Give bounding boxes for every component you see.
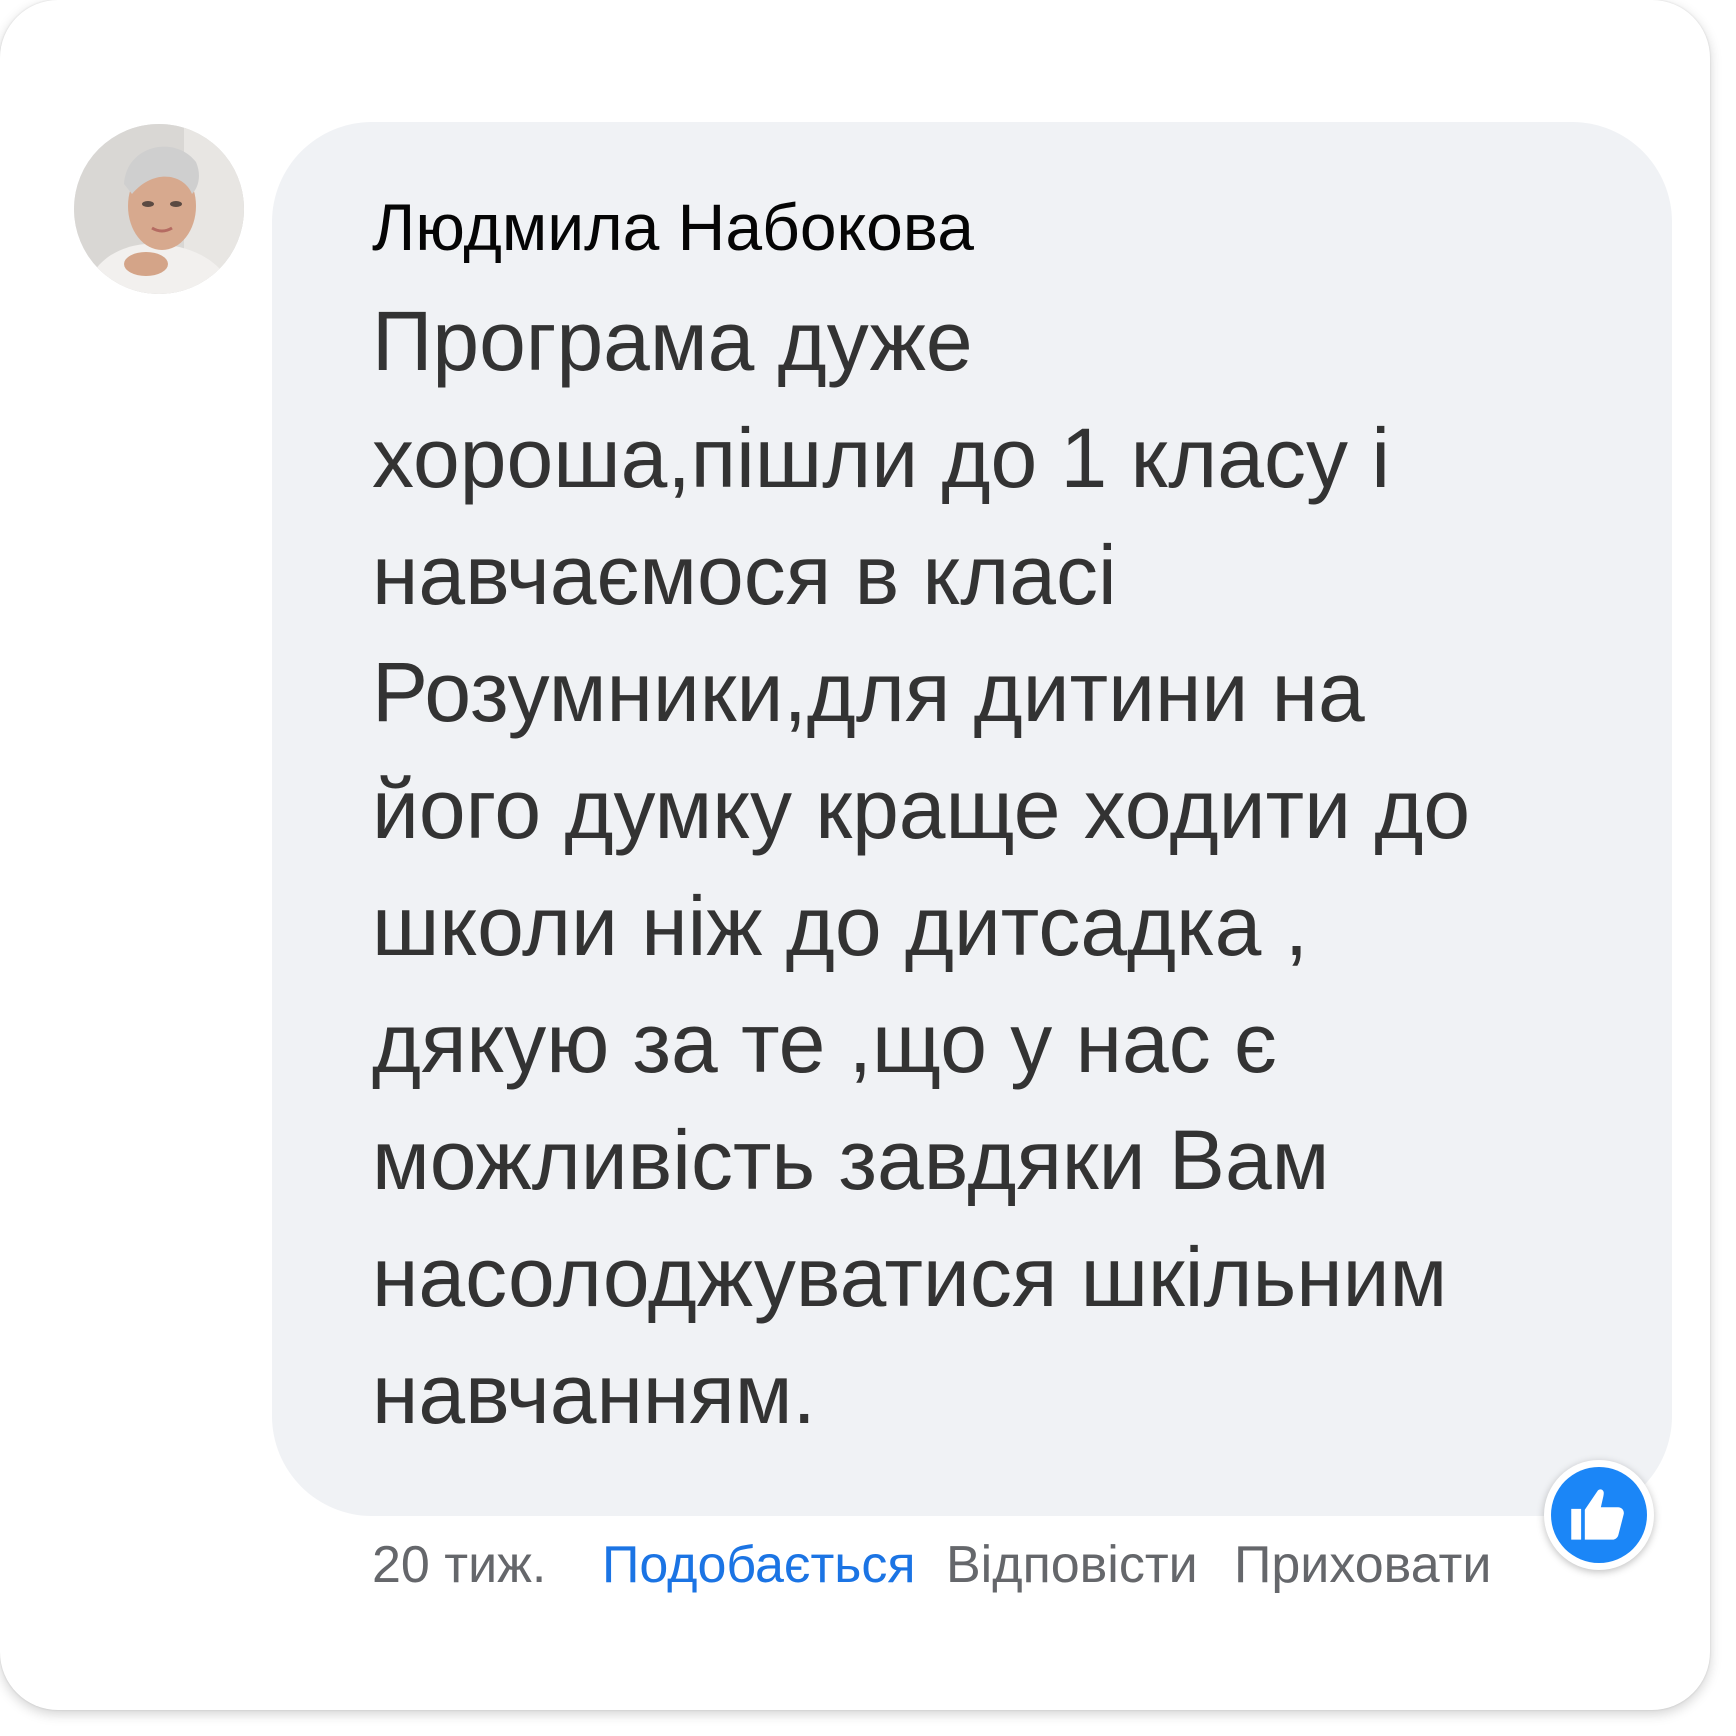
like-icon [1571, 1489, 1624, 1540]
comment-author[interactable]: Людмила Набокова [372, 186, 974, 268]
avatar[interactable] [74, 124, 244, 294]
reply-button[interactable]: Відповісти [946, 1530, 1198, 1600]
reaction-badge[interactable] [1544, 1460, 1654, 1570]
like-button[interactable]: Подобається [602, 1530, 916, 1600]
comment-text: Програма дуже хороша,пішли до 1 класу і … [372, 294, 1471, 1441]
hide-button[interactable]: Приховати [1234, 1530, 1491, 1600]
avatar-photo [74, 124, 244, 294]
comment-card: Людмила Набокова Програма дуже хороша,пі… [0, 0, 1710, 1710]
comment-timestamp[interactable]: 20 тиж. [372, 1530, 546, 1600]
